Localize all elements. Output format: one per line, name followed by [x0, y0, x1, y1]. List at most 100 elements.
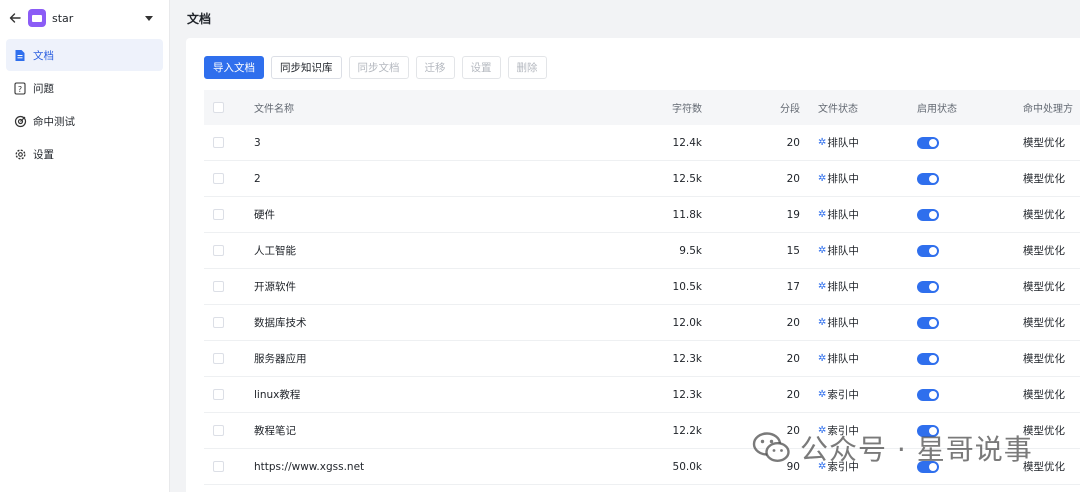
- table-header: 文件名称 字符数 分段 文件状态 启用状态 命中处理方: [204, 90, 1080, 125]
- table-row[interactable]: 服务器应用 12.3k 20 ✲ 排队中 模型优化: [204, 341, 1080, 377]
- document-status: 排队中: [827, 317, 859, 329]
- document-segments: 19: [786, 208, 800, 221]
- document-name[interactable]: https://www.xgss.net: [244, 461, 612, 473]
- row-checkbox[interactable]: [213, 281, 224, 292]
- loading-spinner-icon: ✲: [818, 245, 827, 256]
- document-name[interactable]: 2: [244, 173, 612, 185]
- document-enabled-cell: [917, 172, 1021, 185]
- document-enabled-cell: [917, 136, 1021, 149]
- row-select-cell: [204, 425, 244, 436]
- document-status-cell: ✲ 排队中: [802, 171, 917, 186]
- header-segments[interactable]: 分段: [702, 100, 802, 115]
- document-status-cell: ✲ 排队中: [802, 243, 917, 258]
- row-checkbox[interactable]: [213, 209, 224, 220]
- table-row[interactable]: 硬件 11.8k 19 ✲ 排队中 模型优化: [204, 197, 1080, 233]
- row-select-cell: [204, 245, 244, 256]
- row-select-cell: [204, 389, 244, 400]
- document-segments: 20: [786, 172, 800, 185]
- enable-toggle[interactable]: [917, 172, 939, 185]
- header-hit-handling[interactable]: 命中处理方: [1021, 100, 1080, 115]
- document-chars: 10.5k: [672, 280, 702, 293]
- document-name[interactable]: 数据库技术: [244, 315, 612, 330]
- svg-text:?: ?: [18, 84, 22, 93]
- document-hit-handling: 模型优化: [1023, 245, 1065, 257]
- settings-button[interactable]: 设置: [461, 56, 501, 79]
- chevron-down-icon[interactable]: [145, 15, 153, 21]
- row-checkbox[interactable]: [213, 389, 224, 400]
- row-select-cell: [204, 353, 244, 364]
- delete-button[interactable]: 删除: [507, 56, 547, 79]
- toolbar: 导入文档 同步知识库 同步文档 迁移 设置 删除: [204, 56, 547, 79]
- loading-spinner-icon: ✲: [818, 317, 827, 328]
- document-enabled-cell: [917, 280, 1021, 293]
- sidebar-item-documents[interactable]: 文档: [6, 39, 163, 71]
- header-enabled[interactable]: 启用状态: [917, 100, 1021, 115]
- question-icon: ?: [13, 81, 27, 95]
- row-checkbox[interactable]: [213, 425, 224, 436]
- sidebar-item-questions[interactable]: ? 问题: [6, 72, 163, 104]
- page-title: 文档: [187, 12, 212, 26]
- document-segments: 15: [786, 244, 800, 257]
- back-arrow-icon[interactable]: [8, 11, 22, 25]
- row-checkbox[interactable]: [213, 137, 224, 148]
- header-chars[interactable]: 字符数: [612, 100, 702, 115]
- kb-name[interactable]: star: [52, 12, 145, 25]
- table-row[interactable]: 人工智能 9.5k 15 ✲ 排队中 模型优化: [204, 233, 1080, 269]
- document-name[interactable]: 3: [244, 137, 612, 149]
- enable-toggle[interactable]: [917, 244, 939, 257]
- document-name[interactable]: 开源软件: [244, 279, 612, 294]
- document-status-cell: ✲ 排队中: [802, 315, 917, 330]
- sidebar-item-label: 设置: [33, 148, 54, 161]
- enable-toggle[interactable]: [917, 388, 939, 401]
- table-row[interactable]: 数据库技术 12.0k 20 ✲ 排队中 模型优化: [204, 305, 1080, 341]
- document-segments: 20: [786, 352, 800, 365]
- sync-knowledge-base-button[interactable]: 同步知识库: [271, 56, 342, 79]
- header-status[interactable]: 文件状态: [802, 100, 917, 115]
- row-checkbox[interactable]: [213, 353, 224, 364]
- table-row[interactable]: 开源软件 10.5k 17 ✲ 排队中 模型优化: [204, 269, 1080, 305]
- document-hit-handling: 模型优化: [1023, 173, 1065, 185]
- document-chars: 12.3k: [672, 352, 702, 365]
- document-status-cell: ✲ 索引中: [802, 387, 917, 402]
- document-segments: 20: [786, 136, 800, 149]
- document-status-cell: ✲ 排队中: [802, 351, 917, 366]
- select-all-checkbox[interactable]: [213, 102, 224, 113]
- row-checkbox[interactable]: [213, 173, 224, 184]
- row-select-cell: [204, 281, 244, 292]
- kb-header: star: [0, 0, 169, 36]
- enable-toggle[interactable]: [917, 280, 939, 293]
- document-enabled-cell: [917, 316, 1021, 329]
- table-row[interactable]: 3 12.4k 20 ✲ 排队中 模型优化: [204, 125, 1080, 161]
- watermark: 公众号 · 星哥说事: [752, 428, 1033, 468]
- enable-toggle[interactable]: [917, 208, 939, 221]
- sidebar-item-settings[interactable]: 设置: [6, 138, 163, 170]
- document-name[interactable]: 硬件: [244, 207, 612, 222]
- loading-spinner-icon: ✲: [818, 281, 827, 292]
- document-status: 排队中: [827, 281, 859, 293]
- import-documents-button[interactable]: 导入文档: [204, 56, 264, 79]
- wechat-icon: [752, 432, 790, 463]
- table-row[interactable]: 2 12.5k 20 ✲ 排队中 模型优化: [204, 161, 1080, 197]
- main-area: 文档 导入文档 同步知识库 同步文档 迁移 设置 删除 文件名称 字符数 分段 …: [170, 0, 1080, 492]
- enable-toggle[interactable]: [917, 136, 939, 149]
- sync-documents-button[interactable]: 同步文档: [348, 56, 409, 79]
- document-status: 排队中: [827, 209, 859, 221]
- enable-toggle[interactable]: [917, 316, 939, 329]
- document-status: 索引中: [827, 389, 859, 401]
- row-checkbox[interactable]: [213, 245, 224, 256]
- sidebar-item-hit-test[interactable]: 命中测试: [6, 105, 163, 137]
- document-name[interactable]: 人工智能: [244, 243, 612, 258]
- document-name[interactable]: 教程笔记: [244, 423, 612, 438]
- document-name[interactable]: 服务器应用: [244, 351, 612, 366]
- document-name[interactable]: linux教程: [244, 387, 612, 402]
- document-status-cell: ✲ 排队中: [802, 279, 917, 294]
- document-chars: 12.2k: [672, 424, 702, 437]
- migrate-button[interactable]: 迁移: [415, 56, 455, 79]
- header-name[interactable]: 文件名称: [244, 100, 612, 115]
- enable-toggle[interactable]: [917, 352, 939, 365]
- row-checkbox[interactable]: [213, 317, 224, 328]
- row-checkbox[interactable]: [213, 461, 224, 472]
- table-row[interactable]: linux教程 12.3k 20 ✲ 索引中 模型优化: [204, 377, 1080, 413]
- document-enabled-cell: [917, 352, 1021, 365]
- sidebar-item-label: 文档: [33, 49, 54, 62]
